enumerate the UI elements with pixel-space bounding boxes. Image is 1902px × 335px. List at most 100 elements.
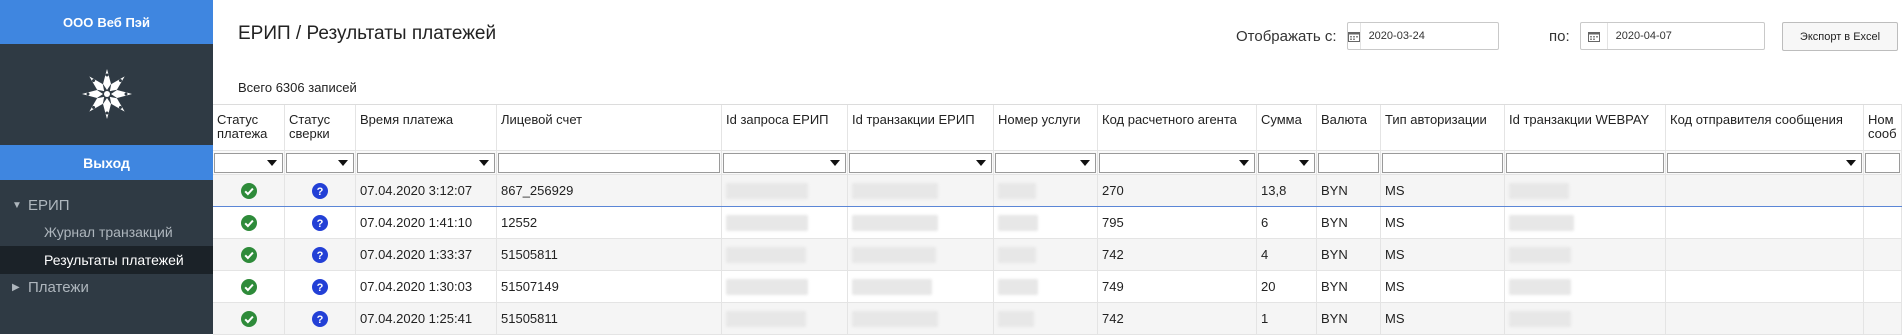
grid-header-row: Статус платежа Статус сверки Время плате… <box>213 105 1902 151</box>
grid-filter-row <box>213 151 1902 175</box>
account-cell: 51505811 <box>497 303 722 334</box>
filter-service-number[interactable] <box>994 151 1098 174</box>
sidebar-item-transaction-log[interactable]: Журнал транзакций <box>0 218 213 246</box>
sidebar-item-payment-results[interactable]: Результаты платежей <box>0 246 213 274</box>
question-circle-icon: ? <box>312 278 328 295</box>
column-header[interactable]: Id транзакции ЕРИП <box>848 105 994 150</box>
erip-request-cell <box>722 207 848 238</box>
column-header[interactable]: Id запроса ЕРИП <box>722 105 848 150</box>
svg-text:?: ? <box>317 282 324 294</box>
table-row[interactable]: ? 07.04.2020 1:30:03 51507149 749 20 BYN… <box>213 271 1902 303</box>
sender-code-cell <box>1666 303 1864 334</box>
check-circle-icon <box>240 310 257 327</box>
filter-dropdown[interactable] <box>1667 152 1862 173</box>
filter-sender-code[interactable] <box>1666 151 1864 174</box>
filter-dropdown[interactable] <box>723 152 846 173</box>
date-to-filter: по: <box>1549 22 1765 50</box>
sidebar-nav: ▼ ЕРИП Журнал транзакций Результаты плат… <box>0 192 213 300</box>
auth-type-cell: MS <box>1381 303 1505 334</box>
filter-text-input[interactable] <box>1506 152 1664 173</box>
calendar-icon[interactable] <box>1581 23 1608 49</box>
redacted-value <box>998 310 1034 327</box>
redacted-value <box>1509 214 1574 231</box>
table-row[interactable]: ? 07.04.2020 3:12:07 867_256929 270 13,8… <box>213 175 1902 207</box>
filter-currency[interactable] <box>1317 151 1381 174</box>
filter-text-input[interactable] <box>1318 152 1379 173</box>
table-row[interactable]: ? 07.04.2020 1:33:37 51505811 742 4 BYN … <box>213 239 1902 271</box>
table-row[interactable]: ? 07.04.2020 1:25:41 51505811 742 1 BYN … <box>213 303 1902 335</box>
date-from-filter: Отображать с: <box>1236 22 1511 50</box>
erip-transaction-cell <box>848 271 994 302</box>
column-header[interactable]: Валюта <box>1317 105 1381 150</box>
date-to-input[interactable] <box>1607 29 1758 43</box>
currency-cell: BYN <box>1317 271 1381 302</box>
filter-text-input[interactable] <box>498 152 720 173</box>
sidebar-group-payments[interactable]: ▶ Платежи <box>0 274 213 300</box>
filter-dropdown[interactable] <box>849 152 992 173</box>
logout-button[interactable]: Выход <box>0 145 213 180</box>
webpay-transaction-cell <box>1505 207 1666 238</box>
column-header[interactable]: Код отправителя сообщения <box>1666 105 1864 150</box>
svg-text:?: ? <box>317 186 324 198</box>
filter-sum[interactable] <box>1257 151 1317 174</box>
filter-status-reconcile[interactable] <box>285 151 356 174</box>
reconcile-status-cell: ? <box>285 207 356 238</box>
filter-erip-request[interactable] <box>722 151 848 174</box>
dropdown-arrow-icon <box>1846 159 1856 166</box>
filter-status-payment[interactable] <box>213 151 285 174</box>
payments-grid: Статус платежа Статус сверки Время плате… <box>213 104 1902 335</box>
message-number-cell <box>1864 207 1902 238</box>
filter-account[interactable] <box>497 151 722 174</box>
table-row[interactable]: ? 07.04.2020 1:41:10 12552 795 6 BYN MS <box>213 207 1902 239</box>
filter-time[interactable] <box>356 151 497 174</box>
question-circle-icon: ? <box>312 182 328 199</box>
sidebar-group-label: ЕРИП <box>28 196 70 214</box>
column-header[interactable]: Лицевой счет <box>497 105 722 150</box>
webpay-transaction-cell <box>1505 239 1666 270</box>
filter-dropdown[interactable] <box>1258 152 1315 173</box>
currency-cell: BYN <box>1317 239 1381 270</box>
redacted-value <box>852 278 932 295</box>
filter-dropdown[interactable] <box>357 152 495 173</box>
redacted-value <box>726 182 808 199</box>
caret-down-icon: ▼ <box>12 199 22 211</box>
redacted-value <box>726 214 808 231</box>
sidebar-group-erip[interactable]: ▼ ЕРИП <box>0 192 213 218</box>
column-header[interactable]: Время платежа <box>356 105 497 150</box>
column-header[interactable]: Id транзакции WEBPAY <box>1505 105 1666 150</box>
reconcile-status-cell: ? <box>285 175 356 206</box>
column-header[interactable]: Ном сооб <box>1864 105 1902 150</box>
calendar-icon[interactable] <box>1347 23 1361 49</box>
currency-cell: BYN <box>1317 303 1381 334</box>
filter-dropdown[interactable] <box>286 152 354 173</box>
time-cell: 07.04.2020 1:41:10 <box>356 207 497 238</box>
filter-dropdown[interactable] <box>1099 152 1255 173</box>
account-cell: 51505811 <box>497 239 722 270</box>
column-header[interactable]: Номер услуги <box>994 105 1098 150</box>
filter-dropdown[interactable] <box>214 152 283 173</box>
auth-type-cell: MS <box>1381 207 1505 238</box>
date-to-input-box[interactable] <box>1579 22 1765 50</box>
filter-text-input[interactable] <box>1382 152 1503 173</box>
filter-agent-code[interactable] <box>1098 151 1257 174</box>
column-header[interactable]: Статус сверки <box>285 105 356 150</box>
filter-webpay-transaction[interactable] <box>1505 151 1666 174</box>
agent-code-cell: 749 <box>1098 271 1257 302</box>
erip-request-cell <box>722 271 848 302</box>
column-header[interactable]: Код расчетного агента <box>1098 105 1257 150</box>
filter-dropdown[interactable] <box>995 152 1096 173</box>
payment-status-cell <box>213 239 285 270</box>
column-header[interactable]: Сумма <box>1257 105 1317 150</box>
dropdown-arrow-icon <box>830 159 840 166</box>
filter-text-input[interactable] <box>1865 152 1900 173</box>
account-cell: 51507149 <box>497 271 722 302</box>
column-header[interactable]: Тип авторизации <box>1381 105 1505 150</box>
redacted-value <box>726 246 806 263</box>
column-header[interactable]: Статус платежа <box>213 105 285 150</box>
export-excel-button[interactable]: Экспорт в Excel <box>1782 22 1898 51</box>
filter-message-number[interactable] <box>1864 151 1902 174</box>
date-from-input-box[interactable] <box>1346 22 1511 50</box>
date-from-input[interactable] <box>1360 29 1511 43</box>
filter-auth-type[interactable] <box>1381 151 1505 174</box>
filter-erip-transaction[interactable] <box>848 151 994 174</box>
